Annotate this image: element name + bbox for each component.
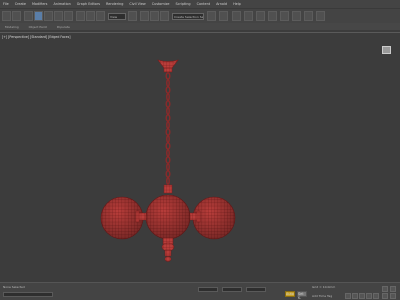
- x-coordinate-field[interactable]: [198, 287, 218, 292]
- redo-icon[interactable]: [12, 11, 21, 21]
- snap-toggle-icon[interactable]: [140, 11, 149, 21]
- z-coordinate-field[interactable]: [246, 287, 266, 292]
- pivot-icon[interactable]: [128, 11, 137, 21]
- perspective-viewport[interactable]: [+] [Perspective] [Standard] [Edged Face…: [0, 32, 400, 282]
- move-icon[interactable]: [76, 11, 85, 21]
- menu-file[interactable]: File: [3, 2, 9, 6]
- select-by-name-icon[interactable]: [44, 11, 53, 21]
- menu-civil-view[interactable]: Civil View: [129, 2, 145, 6]
- menu-bar: File Create Modifiers Animation Graph Ed…: [0, 0, 400, 8]
- auto-key-button[interactable]: Auto: [285, 291, 295, 297]
- menu-rendering[interactable]: Rendering: [106, 2, 123, 6]
- center-globe: [145, 194, 191, 240]
- curve-editor-icon[interactable]: [256, 11, 265, 21]
- ribbon-tab-modeling[interactable]: Modeling: [5, 25, 19, 29]
- grid-size-label: Grid = 10.0mm: [312, 285, 336, 289]
- chain: [165, 72, 171, 185]
- status-bar: None Selected Grid = 10.0mm Add Time Tag: [0, 282, 400, 300]
- chain-connector: [163, 184, 173, 194]
- reference-coordinate-dropdown[interactable]: View: [108, 13, 126, 20]
- menu-animation[interactable]: Animation: [53, 2, 70, 6]
- play-icon[interactable]: [359, 293, 365, 299]
- percent-snap-icon[interactable]: [160, 11, 169, 21]
- go-to-start-icon[interactable]: [345, 293, 351, 299]
- selection-set-dropdown[interactable]: Create Selection Set: [172, 13, 204, 20]
- ribbon-tab-object-paint[interactable]: Object Paint: [29, 25, 47, 29]
- rendered-frame-icon[interactable]: [304, 11, 313, 21]
- menu-modifiers[interactable]: Modifiers: [32, 2, 47, 6]
- menu-scripting[interactable]: Scripting: [176, 2, 191, 6]
- align-icon[interactable]: [219, 11, 228, 21]
- main-toolbar: View Create Selection Set: [0, 8, 400, 23]
- add-time-tag-button[interactable]: Add Time Tag: [312, 294, 332, 298]
- window-crossing-icon[interactable]: [64, 11, 73, 21]
- set-key-button[interactable]: Set K.: [297, 291, 307, 300]
- go-to-end-icon[interactable]: [373, 293, 379, 299]
- maxscript-listener-field[interactable]: [3, 292, 53, 297]
- maximize-viewport-icon[interactable]: [390, 293, 396, 299]
- layer-explorer-icon[interactable]: [244, 11, 253, 21]
- orbit-icon[interactable]: [382, 293, 388, 299]
- bottom-finial: [161, 237, 175, 262]
- render-setup-icon[interactable]: [292, 11, 301, 21]
- scene-explorer-icon[interactable]: [232, 11, 241, 21]
- undo-icon[interactable]: [2, 11, 11, 21]
- angle-snap-icon[interactable]: [150, 11, 159, 21]
- select-object-icon[interactable]: [34, 11, 43, 21]
- menu-content[interactable]: Content: [197, 2, 211, 6]
- material-editor-icon[interactable]: [280, 11, 289, 21]
- scale-icon[interactable]: [96, 11, 105, 21]
- chandelier-model[interactable]: [0, 33, 400, 283]
- y-coordinate-field[interactable]: [222, 287, 242, 292]
- previous-frame-icon[interactable]: [352, 293, 358, 299]
- next-frame-icon[interactable]: [366, 293, 372, 299]
- menu-arnold[interactable]: Arnold: [216, 2, 227, 6]
- rotate-icon[interactable]: [86, 11, 95, 21]
- selection-region-icon[interactable]: [54, 11, 63, 21]
- ribbon-tab-populate[interactable]: Populate: [57, 25, 70, 29]
- zoom-icon[interactable]: [382, 286, 388, 292]
- schematic-view-icon[interactable]: [268, 11, 277, 21]
- render-icon[interactable]: [316, 11, 325, 21]
- menu-customize[interactable]: Customize: [152, 2, 170, 6]
- pan-icon[interactable]: [390, 286, 396, 292]
- mirror-icon[interactable]: [207, 11, 216, 21]
- link-icon[interactable]: [24, 11, 33, 21]
- menu-help[interactable]: Help: [233, 2, 241, 6]
- ribbon: Modeling Object Paint Populate: [0, 23, 400, 30]
- menu-graph-editors[interactable]: Graph Editors: [77, 2, 100, 6]
- selection-status: None Selected: [3, 285, 25, 289]
- menu-create[interactable]: Create: [15, 2, 26, 6]
- ceiling-canopy: [157, 59, 179, 73]
